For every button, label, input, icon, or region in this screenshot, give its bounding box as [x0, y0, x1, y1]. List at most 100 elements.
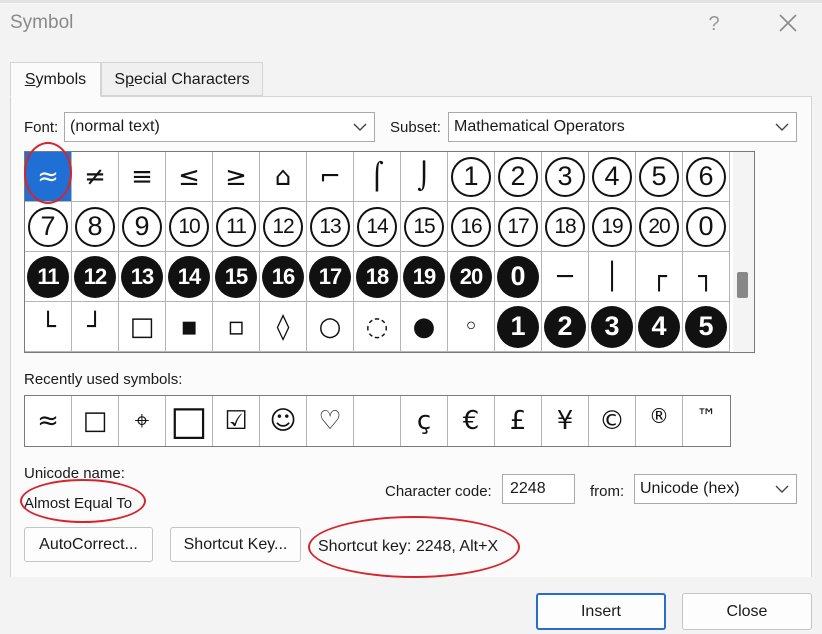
- symbol-cell[interactable]: 5: [636, 152, 683, 202]
- symbol-cell[interactable]: 18: [542, 202, 589, 252]
- symbol-cell[interactable]: ≠: [72, 152, 119, 202]
- symbol-cell[interactable]: 16: [448, 202, 495, 252]
- symbol-cell[interactable]: 4: [589, 152, 636, 202]
- recent-symbol-cell[interactable]: ⌖: [119, 396, 166, 446]
- unicode-name-label: Unicode name:: [24, 465, 125, 482]
- symbol-cell[interactable]: 20: [636, 202, 683, 252]
- symbol-cell[interactable]: 20: [448, 252, 495, 302]
- symbol-cell[interactable]: 18: [354, 252, 401, 302]
- circled-number: 10: [169, 206, 209, 247]
- recent-symbol-cell[interactable]: €: [448, 396, 495, 446]
- symbol-cell[interactable]: 1: [448, 152, 495, 202]
- symbol-cell[interactable]: 9: [119, 202, 166, 252]
- symbol-cell[interactable]: 3: [589, 302, 636, 352]
- symbol-cell[interactable]: ┘: [72, 302, 119, 352]
- symbol-cell[interactable]: 2: [495, 152, 542, 202]
- circled-number: 7: [28, 206, 68, 247]
- symbol-cell[interactable]: ◊: [260, 302, 307, 352]
- symbol-cell[interactable]: 4: [636, 302, 683, 352]
- from-dropdown[interactable]: Unicode (hex): [634, 474, 797, 504]
- symbol-cell[interactable]: └: [25, 302, 72, 352]
- symbol-cell[interactable]: 2: [542, 302, 589, 352]
- symbol-cell[interactable]: 13: [307, 202, 354, 252]
- symbol-cell[interactable]: 19: [589, 202, 636, 252]
- symbol-cell[interactable]: ⌡: [401, 152, 448, 202]
- autocorrect-button[interactable]: AutoCorrect...: [24, 527, 153, 562]
- recent-symbol-cell[interactable]: £: [495, 396, 542, 446]
- circled-number: 0: [686, 206, 726, 247]
- black-circled-number: 18: [356, 255, 398, 298]
- symbol-cell[interactable]: ≈: [25, 152, 72, 202]
- recent-symbol-cell[interactable]: ♡: [307, 396, 354, 446]
- symbol-cell[interactable]: ≥: [213, 152, 260, 202]
- scrollbar-thumb[interactable]: [737, 272, 748, 298]
- symbol-cell[interactable]: 11: [213, 202, 260, 252]
- recent-symbol-cell[interactable]: ç: [401, 396, 448, 446]
- insert-button[interactable]: Insert: [536, 593, 666, 630]
- symbol-cell[interactable]: ●: [401, 302, 448, 352]
- help-button[interactable]: ?: [700, 10, 728, 38]
- symbol-cell[interactable]: ⌠: [354, 152, 401, 202]
- symbol-cell[interactable]: 14: [166, 252, 213, 302]
- symbol-cell[interactable]: 12: [72, 252, 119, 302]
- symbol-cell[interactable]: ◌: [354, 302, 401, 352]
- symbol-cell[interactable]: □: [119, 302, 166, 352]
- symbol-cell[interactable]: 0: [683, 202, 730, 252]
- symbol-cell[interactable]: ─: [542, 252, 589, 302]
- symbol-cell[interactable]: ○: [307, 302, 354, 352]
- tab-symbols[interactable]: Symbols: [10, 62, 101, 97]
- symbol-cell[interactable]: 1: [495, 302, 542, 352]
- recent-symbol-cell[interactable]: ™: [683, 396, 730, 446]
- symbol-cell[interactable]: ▪: [166, 302, 213, 352]
- circled-number: 13: [310, 206, 350, 247]
- symbol-cell[interactable]: ▫: [213, 302, 260, 352]
- recent-symbol-cell[interactable]: □: [166, 396, 213, 446]
- black-circled-number: 11: [27, 255, 69, 298]
- circled-number: 4: [592, 156, 632, 197]
- symbol-cell[interactable]: ┌: [636, 252, 683, 302]
- symbol-cell[interactable]: 13: [119, 252, 166, 302]
- grid-scrollbar[interactable]: [733, 152, 754, 352]
- subset-dropdown[interactable]: Mathematical Operators: [448, 112, 797, 142]
- symbol-cell[interactable]: 16: [260, 252, 307, 302]
- symbol-cell[interactable]: 7: [25, 202, 72, 252]
- symbol-cell[interactable]: │: [589, 252, 636, 302]
- symbol-cell[interactable]: 14: [354, 202, 401, 252]
- black-circled-number: 1: [497, 305, 539, 348]
- symbol-cell[interactable]: 15: [401, 202, 448, 252]
- symbol-cell[interactable]: 0: [495, 252, 542, 302]
- character-code-input[interactable]: 2248: [502, 474, 575, 504]
- symbol-cell[interactable]: ≡: [119, 152, 166, 202]
- symbol-cell[interactable]: 17: [495, 202, 542, 252]
- recent-symbol-cell[interactable]: ☺: [260, 396, 307, 446]
- recent-symbol-cell[interactable]: ☑: [213, 396, 260, 446]
- top-strip: [0, 0, 822, 3]
- symbol-cell[interactable]: 15: [213, 252, 260, 302]
- tab-special-characters[interactable]: SPecial Characters: [101, 62, 263, 96]
- symbol-cell[interactable]: 11: [25, 252, 72, 302]
- recent-symbol-cell[interactable]: ©: [589, 396, 636, 446]
- recent-symbol-cell[interactable]: [354, 396, 401, 446]
- symbol-cell[interactable]: 17: [307, 252, 354, 302]
- symbol-cell[interactable]: 8: [72, 202, 119, 252]
- symbol-cell[interactable]: 5: [683, 302, 730, 352]
- close-window-button[interactable]: [772, 8, 806, 40]
- symbol-cell[interactable]: 10: [166, 202, 213, 252]
- symbol-cell[interactable]: ⌐: [307, 152, 354, 202]
- close-button[interactable]: Close: [682, 593, 812, 630]
- symbol-cell[interactable]: ≤: [166, 152, 213, 202]
- symbol-cell[interactable]: 12: [260, 202, 307, 252]
- symbol-cell[interactable]: 6: [683, 152, 730, 202]
- recent-symbol-cell[interactable]: ¥: [542, 396, 589, 446]
- symbol-cell[interactable]: 3: [542, 152, 589, 202]
- symbol-cell[interactable]: ┐: [683, 252, 730, 302]
- shortcut-key-button[interactable]: Shortcut Key...: [170, 527, 301, 562]
- recent-symbol-cell[interactable]: □: [72, 396, 119, 446]
- chevron-down-icon: [775, 485, 789, 493]
- recent-symbol-cell[interactable]: ≈: [25, 396, 72, 446]
- symbol-cell[interactable]: ◦: [448, 302, 495, 352]
- symbol-cell[interactable]: 19: [401, 252, 448, 302]
- font-dropdown[interactable]: (normal text): [64, 112, 375, 142]
- symbol-cell[interactable]: ⌂: [260, 152, 307, 202]
- recent-symbol-cell[interactable]: ®: [636, 396, 683, 446]
